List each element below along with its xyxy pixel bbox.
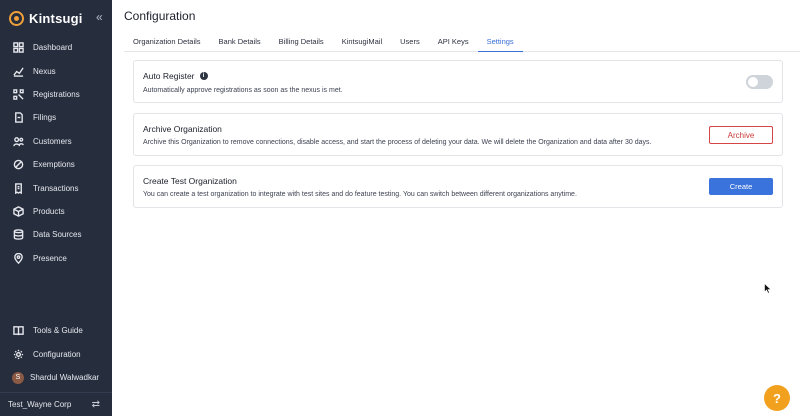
sidebar-item-customers[interactable]: Customers bbox=[0, 130, 112, 153]
tab-bank-details[interactable]: Bank Details bbox=[210, 33, 270, 52]
sidebar-item-products[interactable]: Products bbox=[0, 200, 112, 223]
gear-icon bbox=[12, 348, 24, 360]
create-test-organization-description: You can create a test organization to in… bbox=[143, 191, 577, 198]
user-profile[interactable]: S Shardul Walwadkar bbox=[0, 366, 112, 390]
mouse-cursor-icon bbox=[764, 283, 772, 294]
sidebar-item-label: Data Sources bbox=[33, 230, 82, 240]
sidebar-item-data-sources[interactable]: Data Sources bbox=[0, 223, 112, 246]
auto-register-description: Automatically approve registrations as s… bbox=[143, 87, 343, 94]
tab-api-keys[interactable]: API Keys bbox=[429, 33, 478, 52]
sidebar-item-transactions[interactable]: Transactions bbox=[0, 176, 112, 199]
archive-organization-card: Archive Organization Archive this Organi… bbox=[133, 113, 783, 156]
box-icon bbox=[12, 205, 24, 217]
create-test-organization-card: Create Test Organization You can create … bbox=[133, 165, 783, 208]
exemption-icon bbox=[12, 159, 24, 171]
users-icon bbox=[12, 135, 24, 147]
auto-register-toggle[interactable] bbox=[746, 75, 773, 89]
sidebar-item-label: Nexus bbox=[33, 66, 56, 76]
sidebar-bottom: Tools & Guide Configuration S Shardul Wa… bbox=[0, 319, 112, 390]
archive-organization-title: Archive Organization bbox=[143, 124, 222, 134]
auto-register-title: Auto Register i bbox=[143, 71, 208, 81]
sidebar-item-exemptions[interactable]: Exemptions bbox=[0, 153, 112, 176]
sidebar-item-label: Presence bbox=[33, 253, 67, 263]
sidebar-item-tools-guide[interactable]: Tools & Guide bbox=[0, 319, 112, 342]
info-icon[interactable]: i bbox=[199, 72, 208, 80]
sidebar-item-label: Registrations bbox=[33, 89, 80, 99]
org-switcher[interactable]: Test_Wayne Corp ⇄ bbox=[0, 392, 112, 416]
create-test-organization-title: Create Test Organization bbox=[143, 176, 237, 186]
sidebar-item-label: Filings bbox=[33, 113, 57, 123]
page-title: Configuration bbox=[124, 9, 196, 23]
registrations-icon bbox=[12, 88, 24, 100]
swap-icon[interactable]: ⇄ bbox=[92, 399, 100, 410]
sidebar-item-label: Exemptions bbox=[33, 160, 75, 170]
brand-name: Kintsugi bbox=[29, 10, 83, 26]
sidebar-item-label: Customers bbox=[33, 136, 72, 146]
sidebar-item-nexus[interactable]: Nexus bbox=[0, 59, 112, 82]
sidebar-item-label: Tools & Guide bbox=[33, 326, 83, 336]
double-chevron-left-icon[interactable]: « bbox=[96, 10, 103, 24]
create-button[interactable]: Create bbox=[709, 178, 773, 195]
book-icon bbox=[12, 325, 24, 337]
tab-bar: Organization Details Bank Details Billin… bbox=[124, 33, 800, 52]
sidebar-item-registrations[interactable]: Registrations bbox=[0, 83, 112, 106]
sidebar-item-label: Dashboard bbox=[33, 43, 73, 53]
sidebar-item-presence[interactable]: Presence bbox=[0, 247, 112, 270]
help-button[interactable]: ? bbox=[764, 385, 790, 411]
tab-billing-details[interactable]: Billing Details bbox=[270, 33, 333, 52]
kintsugi-logo-icon bbox=[9, 10, 24, 26]
tab-users[interactable]: Users bbox=[391, 33, 429, 52]
chart-line-icon bbox=[12, 65, 24, 77]
database-icon bbox=[12, 229, 24, 241]
auto-register-title-text: Auto Register bbox=[143, 71, 195, 81]
tab-organization-details[interactable]: Organization Details bbox=[124, 33, 210, 52]
sidebar-item-label: Transactions bbox=[33, 183, 79, 193]
archive-button[interactable]: Archive bbox=[709, 126, 773, 144]
receipt-icon bbox=[12, 182, 24, 194]
sidebar-item-dashboard[interactable]: Dashboard bbox=[0, 36, 112, 59]
sidebar: Kintsugi « Dashboard Nexus Registrations… bbox=[0, 0, 112, 416]
sidebar-item-label: Products bbox=[33, 206, 65, 216]
user-name: Shardul Walwadkar bbox=[30, 373, 100, 383]
location-pin-icon bbox=[12, 252, 24, 264]
tab-kintsugimail[interactable]: KintsugiMail bbox=[333, 33, 391, 52]
sidebar-item-filings[interactable]: Filings bbox=[0, 106, 112, 129]
avatar: S bbox=[12, 371, 24, 384]
sidebar-item-label: Configuration bbox=[33, 349, 81, 359]
dashboard-icon bbox=[12, 42, 24, 54]
auto-register-card: Auto Register i Automatically approve re… bbox=[133, 60, 783, 103]
org-name: Test_Wayne Corp bbox=[8, 400, 72, 409]
file-edit-icon bbox=[12, 112, 24, 124]
sidebar-nav: Dashboard Nexus Registrations Filings Cu… bbox=[0, 36, 112, 270]
archive-organization-description: Archive this Organization to remove conn… bbox=[143, 139, 652, 146]
tab-settings[interactable]: Settings bbox=[477, 33, 523, 52]
brand-logo[interactable]: Kintsugi bbox=[9, 9, 107, 27]
sidebar-item-configuration[interactable]: Configuration bbox=[0, 342, 112, 365]
